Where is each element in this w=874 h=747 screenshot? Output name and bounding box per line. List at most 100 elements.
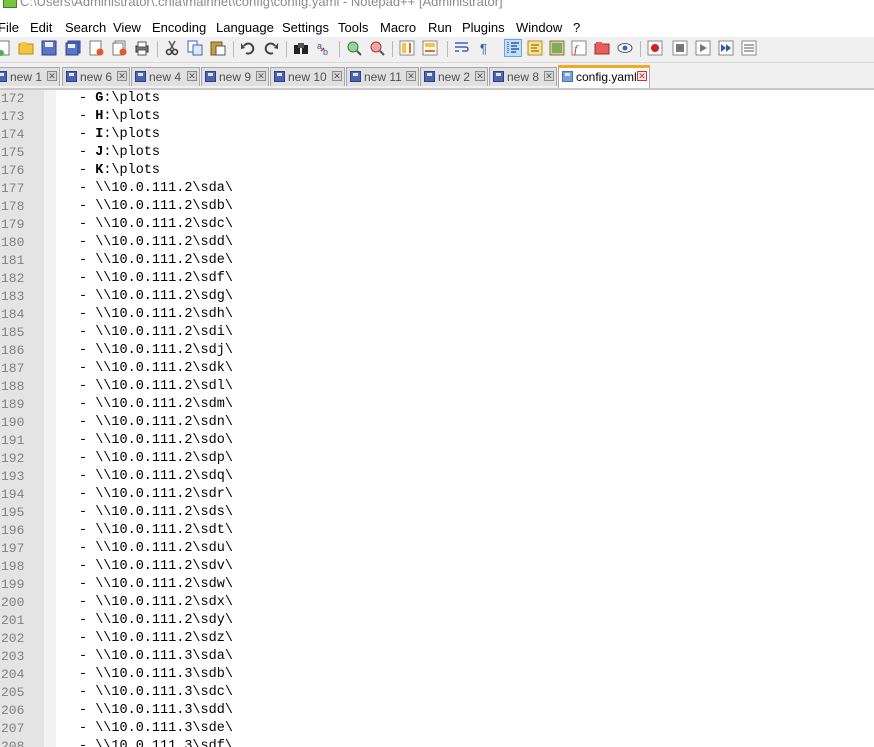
code-line[interactable]: 181 - \\10.0.111.2\sde\ [0, 252, 874, 270]
code-line[interactable]: 177 - \\10.0.111.2\sda\ [0, 180, 874, 198]
menu-language[interactable]: Language [216, 20, 274, 35]
tab-close-icon[interactable]: ✕ [47, 71, 57, 81]
code-line[interactable]: 184 - \\10.0.111.2\sdh\ [0, 306, 874, 324]
indent-guide-icon[interactable] [504, 39, 522, 57]
menu-settings[interactable]: Settings [282, 20, 329, 35]
tab-new-6[interactable]: new 6 ✕ [62, 67, 130, 86]
tab-close-icon[interactable]: ✕ [117, 71, 127, 81]
code-line[interactable]: 200 - \\10.0.111.2\sdx\ [0, 594, 874, 612]
new-file-icon[interactable] [0, 40, 12, 56]
word-wrap-icon[interactable] [454, 40, 470, 56]
tab-close-icon[interactable]: ✕ [406, 71, 416, 81]
code-line[interactable]: 197 - \\10.0.111.2\sdu\ [0, 540, 874, 558]
zoom-in-icon[interactable] [346, 40, 362, 56]
tab-new-2[interactable]: new 2 ✕ [420, 67, 488, 86]
code-line[interactable]: 199 - \\10.0.111.2\sdw\ [0, 576, 874, 594]
code-line[interactable]: 185 - \\10.0.111.2\sdi\ [0, 324, 874, 342]
menu-search[interactable]: Search [65, 20, 106, 35]
menu-edit[interactable]: Edit [30, 20, 52, 35]
code-line[interactable]: 176 - K:\plots [0, 162, 874, 180]
function-list-icon[interactable]: f [571, 40, 587, 56]
undo-icon[interactable] [240, 40, 256, 56]
tab-close-icon[interactable]: ✕ [256, 71, 266, 81]
code-line[interactable]: 207 - \\10.0.111.3\sde\ [0, 720, 874, 738]
find-icon[interactable] [293, 40, 309, 56]
menu-run[interactable]: Run [428, 20, 452, 35]
code-line[interactable]: 204 - \\10.0.111.3\sdb\ [0, 666, 874, 684]
tab-close-icon[interactable]: ✕ [332, 71, 342, 81]
code-line[interactable]: 178 - \\10.0.111.2\sdb\ [0, 198, 874, 216]
code-line[interactable]: 190 - \\10.0.111.2\sdn\ [0, 414, 874, 432]
tab-close-icon[interactable]: ✕ [544, 71, 554, 81]
code-line[interactable]: 172 - G:\plots [0, 90, 874, 108]
tab-new-8[interactable]: new 8 ✕ [489, 67, 557, 86]
code-line[interactable]: 182 - \\10.0.111.2\sdf\ [0, 270, 874, 288]
tab-new-10[interactable]: new 10 ✕ [270, 67, 345, 86]
menu-window[interactable]: Window [516, 20, 562, 35]
sync-horizontal-icon[interactable] [422, 40, 438, 56]
code-line[interactable]: 189 - \\10.0.111.2\sdm\ [0, 396, 874, 414]
code-line[interactable]: 194 - \\10.0.111.2\sdr\ [0, 486, 874, 504]
code-line[interactable]: 196 - \\10.0.111.2\sdt\ [0, 522, 874, 540]
tab-close-icon[interactable]: ✕ [187, 71, 197, 81]
editor[interactable]: 172- G:\plots 173- H:\plots 174- I:\plots 1… [0, 90, 874, 747]
code-line[interactable]: 198 - \\10.0.111.2\sdv\ [0, 558, 874, 576]
redo-icon[interactable] [263, 40, 279, 56]
play-macro-icon[interactable] [695, 40, 711, 56]
record-macro-icon[interactable] [647, 40, 663, 56]
code-line[interactable]: 206 - \\10.0.111.3\sdd\ [0, 702, 874, 720]
paste-icon[interactable] [210, 40, 226, 56]
code-line[interactable]: 192 - \\10.0.111.2\sdp\ [0, 450, 874, 468]
code-line[interactable]: 193 - \\10.0.111.2\sdq\ [0, 468, 874, 486]
menu-tools[interactable]: Tools [338, 20, 368, 35]
code-line[interactable]: 195 - \\10.0.111.2\sds\ [0, 504, 874, 522]
code-line[interactable]: 202 - \\10.0.111.2\sdz\ [0, 630, 874, 648]
show-all-characters-icon[interactable]: ¶ [477, 40, 493, 56]
code-line[interactable]: 187 - \\10.0.111.2\sdk\ [0, 360, 874, 378]
code-line[interactable]: 186 - \\10.0.111.2\sdj\ [0, 342, 874, 360]
replace-icon[interactable]: ab [316, 40, 332, 56]
tab-close-icon[interactable]: ✕ [475, 71, 485, 81]
save-macro-icon[interactable] [741, 40, 757, 56]
tab-config-yaml[interactable]: config.yaml ✕ [558, 65, 650, 88]
code-line[interactable]: 180 - \\10.0.111.2\sdd\ [0, 234, 874, 252]
code-line[interactable]: 175 - J:\plots [0, 144, 874, 162]
zoom-out-icon[interactable] [369, 40, 385, 56]
code-line[interactable]: 179 - \\10.0.111.2\sdc\ [0, 216, 874, 234]
save-all-icon[interactable] [65, 40, 81, 56]
stop-macro-icon[interactable] [672, 40, 688, 56]
language-icon[interactable] [527, 40, 543, 56]
code-line[interactable]: 205 - \\10.0.111.3\sdc\ [0, 684, 874, 702]
code-line[interactable]: 201 - \\10.0.111.2\sdy\ [0, 612, 874, 630]
cut-icon[interactable] [164, 40, 180, 56]
monitoring-icon[interactable] [617, 40, 633, 56]
code-line[interactable]: 183 - \\10.0.111.2\sdg\ [0, 288, 874, 306]
tab-new-1[interactable]: new 1 ✕ [0, 67, 60, 86]
save-icon[interactable] [41, 40, 57, 56]
menu-encoding[interactable]: Encoding [152, 20, 206, 35]
close-icon[interactable] [88, 40, 104, 56]
sync-vertical-icon[interactable] [399, 40, 415, 56]
tab-close-icon[interactable]: ✕ [637, 71, 647, 81]
menu-macro[interactable]: Macro [380, 20, 416, 35]
print-icon[interactable] [134, 40, 150, 56]
tab-new-4[interactable]: new 4 ✕ [131, 67, 200, 86]
code-line[interactable]: 173 - H:\plots [0, 108, 874, 126]
menu-help[interactable]: ? [573, 20, 580, 35]
tab-new-9[interactable]: new 9 ✕ [201, 67, 269, 86]
folder-workspace-icon[interactable] [594, 40, 610, 56]
close-all-icon[interactable] [111, 40, 127, 56]
code-line[interactable]: 188 - \\10.0.111.2\sdl\ [0, 378, 874, 396]
tab-new-11[interactable]: new 11 ✕ [346, 67, 419, 86]
code-line[interactable]: 174 - I:\plots [0, 126, 874, 144]
menu-plugins[interactable]: Plugins [462, 20, 505, 35]
run-macro-multiple-icon[interactable] [718, 40, 734, 56]
code-line[interactable]: 203 - \\10.0.111.3\sda\ [0, 648, 874, 666]
code-line[interactable]: 191 - \\10.0.111.2\sdo\ [0, 432, 874, 450]
copy-icon[interactable] [187, 40, 203, 56]
menu-view[interactable]: View [113, 20, 141, 35]
menu-file[interactable]: File [0, 20, 19, 35]
open-file-icon[interactable] [18, 40, 34, 56]
document-map-icon[interactable] [549, 40, 565, 56]
code-line[interactable]: 208 - \\10.0.111.3\sdf\ [0, 738, 874, 747]
